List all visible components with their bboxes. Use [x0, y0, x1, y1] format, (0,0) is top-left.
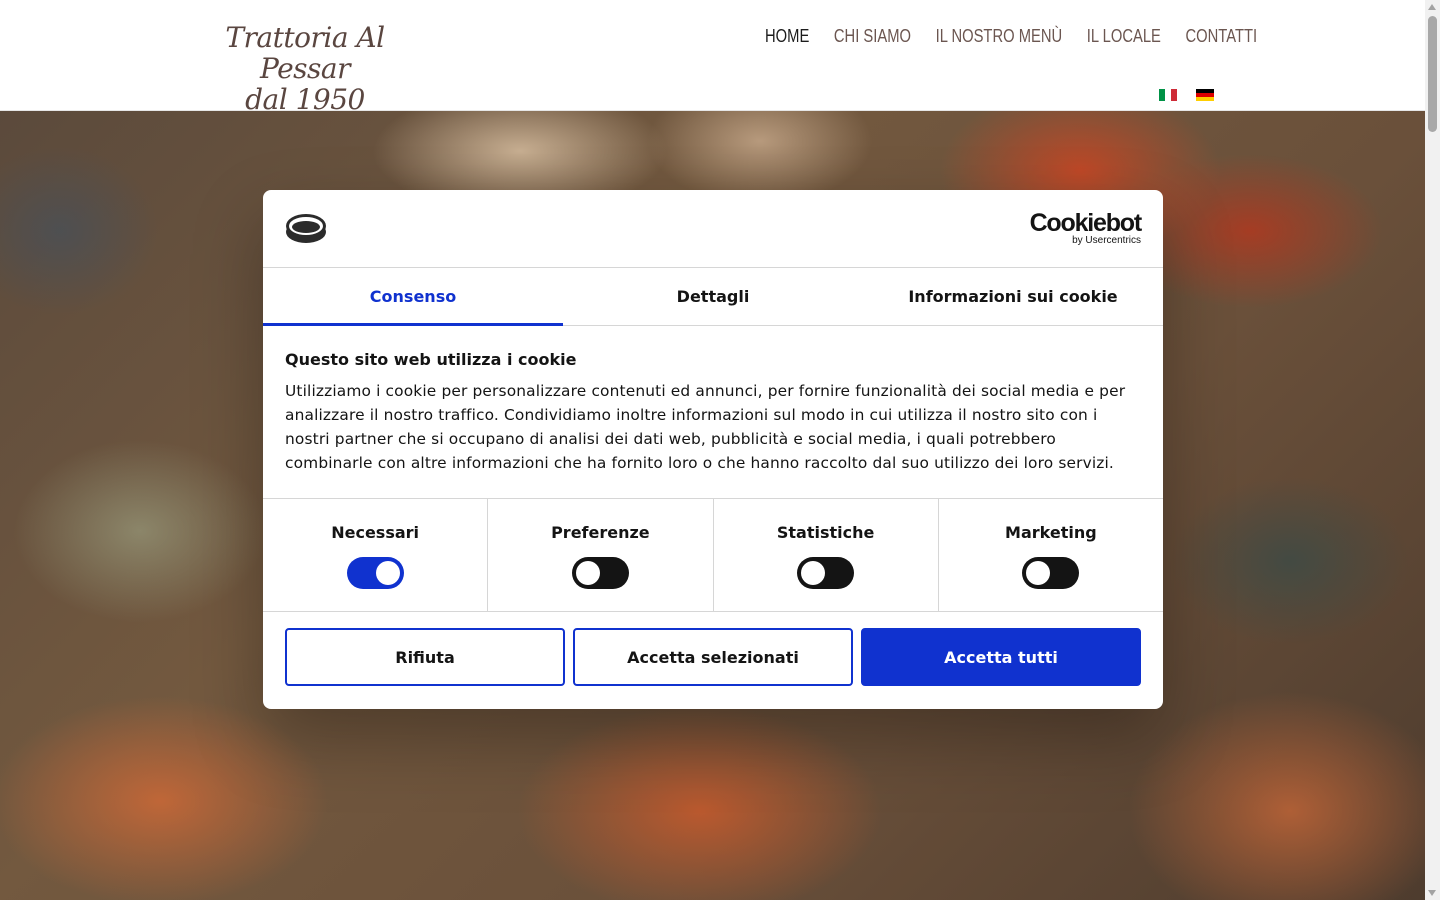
consent-preferenze: Preferenze — [488, 499, 714, 611]
main-nav: HOME CHI SIAMO IL NOSTRO MENÙ IL LOCALE … — [765, 26, 1257, 47]
language-switcher — [1159, 89, 1214, 101]
nav-contatti[interactable]: CONTATTI — [1185, 26, 1257, 47]
scroll-down-icon[interactable] — [1428, 890, 1436, 896]
scrollbar-thumb[interactable] — [1428, 16, 1437, 132]
toggle-knob — [1026, 561, 1051, 585]
accept-all-button[interactable]: Accetta tutti — [861, 628, 1141, 686]
consent-label: Necessari — [331, 523, 420, 542]
reject-button[interactable]: Rifiuta — [285, 628, 565, 686]
nav-locale[interactable]: IL LOCALE — [1087, 26, 1161, 47]
consent-categories: Necessari Preferenze Statistiche Marketi… — [263, 499, 1163, 612]
toggle-marketing[interactable] — [1022, 557, 1080, 589]
site-logo[interactable]: Trattoria Al Pessar dal 1950 — [190, 22, 420, 115]
logo-line-1: Trattoria Al Pessar — [225, 21, 385, 85]
nav-chi-siamo[interactable]: CHI SIAMO — [834, 26, 911, 47]
consent-label: Statistiche — [776, 523, 875, 542]
page-scrollbar[interactable] — [1425, 0, 1440, 900]
dialog-header: Cookiebot by Usercentrics — [263, 190, 1163, 268]
dialog-actions: Rifiuta Accetta selezionati Accetta tutt… — [263, 612, 1163, 686]
tab-dettagli[interactable]: Dettagli — [563, 268, 863, 325]
german-flag-icon[interactable] — [1196, 89, 1214, 101]
cookiebot-logo[interactable]: Cookiebot by Usercentrics — [1029, 209, 1143, 247]
toggle-knob — [801, 561, 826, 585]
italian-flag-icon[interactable] — [1159, 89, 1177, 101]
site-header: Trattoria Al Pessar dal 1950 HOME CHI SI… — [0, 0, 1425, 115]
dialog-body: Questo sito web utilizza i cookie Utiliz… — [263, 326, 1163, 499]
accept-selected-button[interactable]: Accetta selezionati — [573, 628, 853, 686]
consent-label: Preferenze — [551, 523, 650, 542]
consent-necessari: Necessari — [263, 499, 489, 611]
toggle-knob — [375, 561, 400, 585]
dialog-tabs: Consenso Dettagli Informazioni sui cooki… — [263, 268, 1163, 326]
toggle-preferenze[interactable] — [571, 557, 629, 589]
consent-marketing: Marketing — [939, 499, 1163, 611]
consent-label: Marketing — [1005, 523, 1097, 542]
toggle-necessari[interactable] — [346, 557, 404, 589]
tab-consenso[interactable]: Consenso — [263, 268, 563, 326]
logo-line-2: dal 1950 — [245, 83, 365, 116]
consent-statistiche: Statistiche — [714, 499, 939, 611]
cookie-consent-dialog: Cookiebot by Usercentrics Consenso Detta… — [263, 190, 1163, 709]
toggle-knob — [575, 561, 600, 585]
site-brand-icon — [285, 212, 327, 248]
tab-informazioni[interactable]: Informazioni sui cookie — [863, 268, 1163, 325]
cookiebot-name: Cookiebot — [1029, 209, 1143, 237]
scroll-up-icon[interactable] — [1428, 4, 1436, 10]
dialog-text: Utilizziamo i cookie per personalizzare … — [285, 382, 1126, 472]
nav-menu[interactable]: IL NOSTRO MENÙ — [935, 26, 1062, 47]
dialog-title: Questo sito web utilizza i cookie — [285, 350, 577, 369]
toggle-statistiche[interactable] — [797, 557, 855, 589]
nav-home[interactable]: HOME — [765, 26, 809, 47]
